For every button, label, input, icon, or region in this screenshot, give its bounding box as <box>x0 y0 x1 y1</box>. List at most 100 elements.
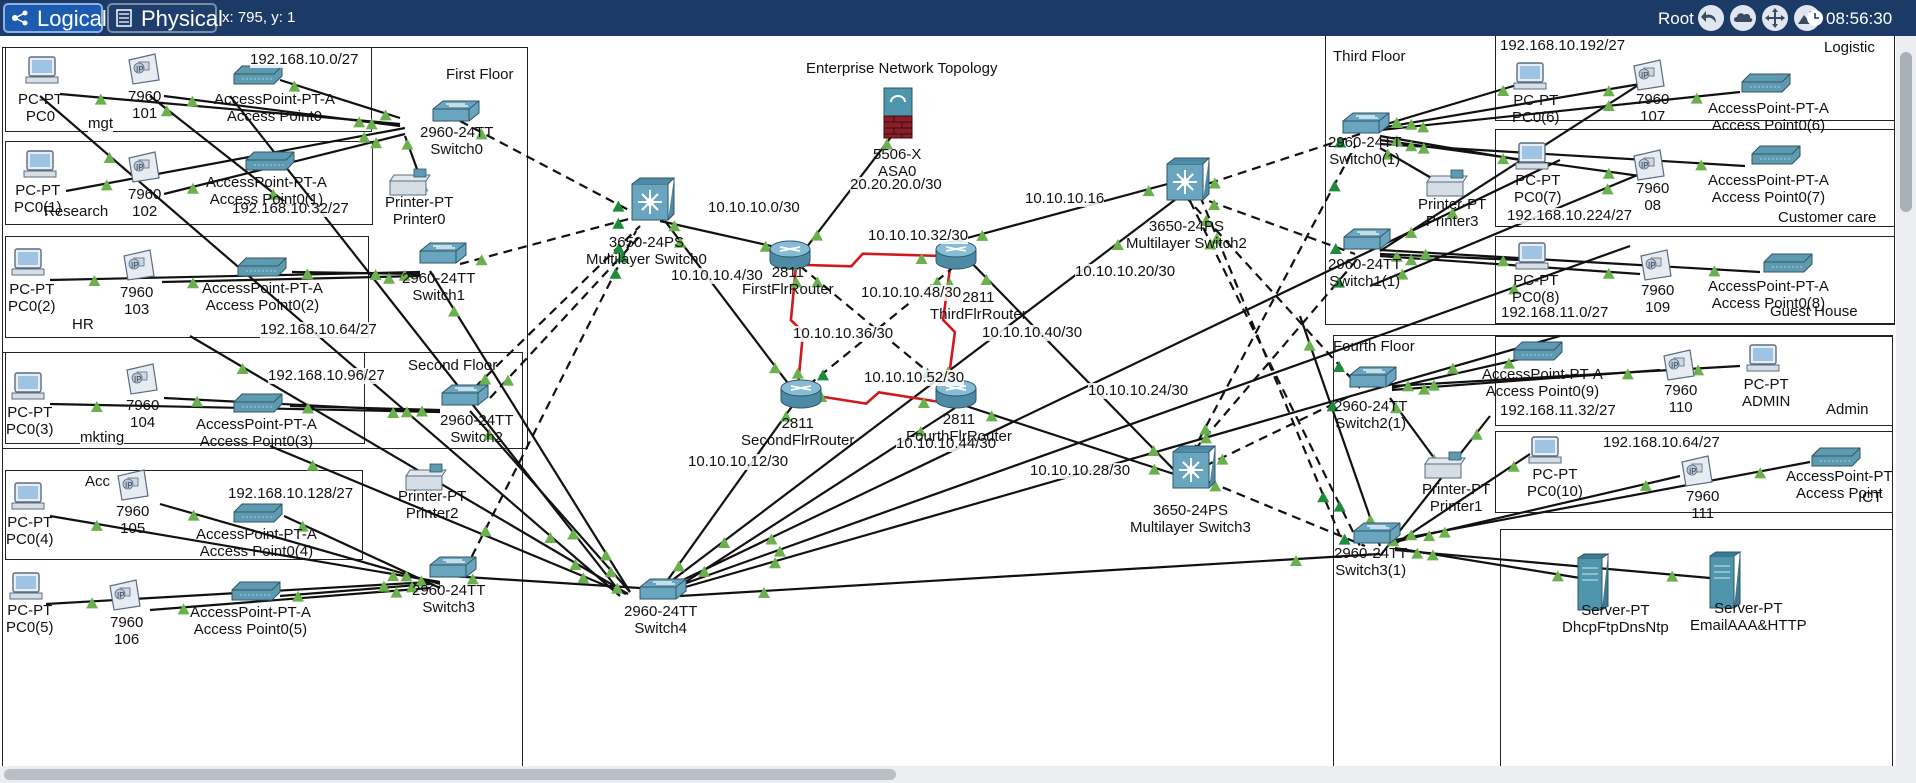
device-model: AccessPoint-PT-A <box>1482 366 1603 383</box>
mls-device-icon[interactable] <box>1166 157 1210 201</box>
device-name: EmailAAA&HTTP <box>1690 617 1807 634</box>
device-name: Switch1 <box>412 287 465 304</box>
link-status-up-icon <box>980 274 993 285</box>
switch-device-icon[interactable] <box>639 578 687 600</box>
logical-workspace-canvas[interactable]: IP <box>0 36 1896 766</box>
pc-device-icon[interactable] <box>1515 242 1549 270</box>
crossover-link[interactable] <box>464 230 637 571</box>
horizontal-scrollbar[interactable] <box>0 766 1896 783</box>
switch-device-icon[interactable] <box>429 556 477 578</box>
device-name: Access Point0(3) <box>199 433 314 450</box>
device-name: Printer0 <box>392 211 446 228</box>
ap-device-icon[interactable] <box>233 393 283 413</box>
phone-device-label: 7960 109 <box>1641 282 1674 316</box>
phone-device-icon[interactable] <box>1681 455 1713 487</box>
phone-device-icon[interactable] <box>1633 149 1665 181</box>
ap-device-icon[interactable] <box>1513 341 1563 361</box>
device-model: PC-PT <box>18 91 63 108</box>
switch-device-icon[interactable] <box>432 100 480 122</box>
copper-link[interactable] <box>1379 142 1746 168</box>
device-name: Multilayer Switch0 <box>586 251 707 268</box>
phone-device-icon[interactable] <box>1633 59 1665 91</box>
physical-tab[interactable]: Physical <box>107 3 223 33</box>
switch-device-icon[interactable] <box>1342 112 1390 134</box>
back-icon[interactable] <box>1698 5 1724 31</box>
switch-device-icon[interactable] <box>419 242 467 264</box>
crossover-link[interactable] <box>1184 145 1356 467</box>
device-model: 5506-X <box>873 146 922 163</box>
printer-device-icon[interactable] <box>1426 169 1468 197</box>
pc-device-icon[interactable] <box>23 150 57 178</box>
phone-device-icon[interactable] <box>128 151 160 183</box>
ap-device-label: AccessPoint-PT-A Access Point0(3) <box>196 416 317 450</box>
ap-device-icon[interactable] <box>233 503 283 523</box>
asa-device-icon[interactable] <box>883 87 913 139</box>
switch-device-label: 2960-24TT Switch2(1) <box>1334 398 1407 432</box>
move-icon[interactable] <box>1762 5 1788 31</box>
pc-device-icon[interactable] <box>1746 344 1780 372</box>
device-model: 2960-24TT <box>1328 134 1402 151</box>
router-device-icon[interactable] <box>780 379 822 409</box>
link-status-up-icon <box>88 275 101 286</box>
ap-device-icon[interactable] <box>231 581 281 601</box>
phone-device-icon[interactable] <box>128 53 160 85</box>
pc-device-icon[interactable] <box>11 482 45 510</box>
printer-device-icon[interactable] <box>389 168 431 196</box>
switch-device-icon[interactable] <box>1343 228 1391 250</box>
phone-device-icon[interactable] <box>1640 249 1672 281</box>
ap-device-icon[interactable] <box>1751 145 1801 165</box>
ap-device-icon[interactable] <box>233 65 283 85</box>
device-name: Access Point <box>1795 485 1883 502</box>
device-name: Access Point0(5) <box>193 621 308 638</box>
pc-device-icon[interactable] <box>9 572 43 600</box>
mls-device-icon[interactable] <box>1172 445 1216 489</box>
cloud-icon[interactable] <box>1730 5 1756 31</box>
ap-device-icon[interactable] <box>245 151 295 171</box>
mls-device-icon[interactable] <box>631 177 675 221</box>
device-name: PC0(5) <box>6 619 54 636</box>
vertical-scroll-thumb[interactable] <box>1900 52 1912 212</box>
copper-link[interactable] <box>679 552 1381 598</box>
switch-device-label: 2960-24TT Switch4 <box>624 603 697 637</box>
vertical-scrollbar[interactable] <box>1896 36 1916 783</box>
phone-device-icon[interactable] <box>126 363 158 395</box>
ap-device-icon[interactable] <box>1811 447 1861 467</box>
phone-device-label: 7960 106 <box>110 614 143 648</box>
switch-device-icon[interactable] <box>1349 366 1397 388</box>
link-status-up-icon <box>1419 248 1432 260</box>
device-name: 105 <box>120 520 146 537</box>
device-model: 7960 <box>120 284 154 301</box>
pc-device-icon[interactable] <box>25 56 59 84</box>
ap-device-icon[interactable] <box>1741 73 1791 93</box>
sim-clock-icon <box>1807 10 1823 26</box>
link-status-up-icon <box>90 401 103 412</box>
device-name: ADMIN <box>1742 393 1791 410</box>
device-model: 2960-24TT <box>1328 256 1402 273</box>
copper-link[interactable] <box>1379 82 1521 128</box>
printer-device-icon[interactable] <box>1424 451 1466 479</box>
pc-device-icon[interactable] <box>1528 436 1562 464</box>
switch-device-icon[interactable] <box>441 384 489 406</box>
device-model: AccessPoint-PT-A <box>196 526 317 543</box>
ap-device-icon[interactable] <box>1763 253 1813 273</box>
phone-device-icon[interactable] <box>117 469 149 501</box>
pc-device-icon[interactable] <box>1515 142 1549 170</box>
physical-workspace-icon <box>116 9 132 27</box>
link-status-up-icon <box>377 580 390 592</box>
phone-device-icon[interactable] <box>109 579 141 611</box>
pc-device-icon[interactable] <box>1513 62 1547 90</box>
logical-tab[interactable]: Logical <box>3 3 107 33</box>
device-model: 3650-24PS <box>1148 218 1224 235</box>
horizontal-scroll-thumb[interactable] <box>4 769 896 780</box>
router-device-icon[interactable] <box>935 240 977 270</box>
device-model: PC-PT <box>1743 376 1789 393</box>
device-model: Server-PT <box>1581 602 1650 619</box>
phone-device-icon[interactable] <box>1663 349 1695 381</box>
topology-diagram: IP <box>9 53 1861 615</box>
pc-device-icon[interactable] <box>11 248 45 276</box>
pc-device-icon[interactable] <box>11 372 45 400</box>
ap-device-icon[interactable] <box>237 257 287 277</box>
switch-device-icon[interactable] <box>1353 522 1401 544</box>
subnet-label: 192.168.10.64/27 <box>1603 434 1720 451</box>
phone-device-icon[interactable] <box>123 249 155 281</box>
